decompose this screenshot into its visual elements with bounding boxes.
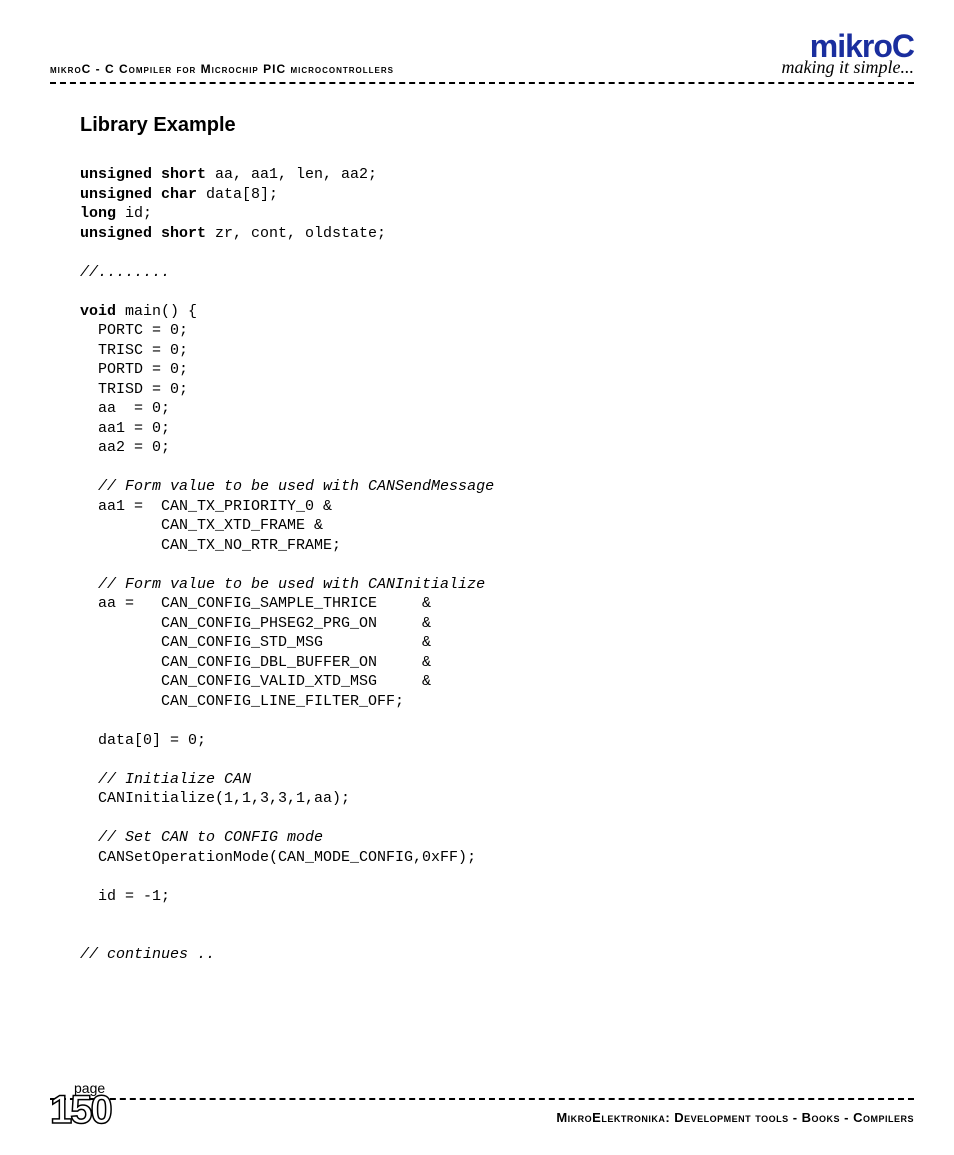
tagline: making it simple...	[782, 58, 915, 76]
code-text: CANInitialize(1,1,3,3,1,aa);	[80, 790, 350, 807]
code-keyword: unsigned char	[80, 186, 197, 203]
page-footer: page 150 MikroElektronika: Development t…	[50, 1080, 914, 1125]
code-text: PORTD = 0;	[80, 361, 188, 378]
code-text: aa = 0;	[80, 400, 170, 417]
footer-divider	[50, 1098, 914, 1100]
code-text: TRISC = 0;	[80, 342, 188, 359]
code-text: CAN_TX_NO_RTR_FRAME;	[80, 537, 341, 554]
header-right: mikroC making it simple...	[782, 30, 915, 76]
code-text: PORTC = 0;	[80, 322, 188, 339]
section-title: Library Example	[80, 114, 904, 137]
page-number: 150	[50, 1088, 111, 1133]
code-text: CAN_CONFIG_DBL_BUFFER_ON &	[80, 654, 431, 671]
code-comment: // continues ..	[80, 946, 215, 963]
code-text: aa, aa1, len, aa2;	[206, 166, 377, 183]
page-header: mikroC - C Compiler for Microchip PIC mi…	[50, 30, 914, 76]
code-comment: // Form value to be used with CANSendMes…	[80, 478, 494, 495]
code-text: CAN_CONFIG_LINE_FILTER_OFF;	[80, 693, 404, 710]
page-label: page	[74, 1080, 914, 1096]
code-text: CAN_CONFIG_STD_MSG &	[80, 634, 431, 651]
header-divider	[50, 82, 914, 84]
code-text: data[8];	[197, 186, 278, 203]
code-text: aa = CAN_CONFIG_SAMPLE_THRICE &	[80, 595, 431, 612]
code-keyword: void	[80, 303, 116, 320]
footer-text: MikroElektronika: Development tools - Bo…	[50, 1110, 914, 1125]
code-block: unsigned short aa, aa1, len, aa2; unsign…	[80, 165, 904, 965]
content-area: Library Example unsigned short aa, aa1, …	[50, 114, 914, 965]
code-text: id;	[116, 205, 152, 222]
code-text: zr, cont, oldstate;	[206, 225, 386, 242]
code-comment: // Form value to be used with CANInitial…	[80, 576, 485, 593]
code-comment: //........	[80, 264, 170, 281]
code-keyword: unsigned short	[80, 225, 206, 242]
code-text: main() {	[116, 303, 197, 320]
header-left-text: mikroC - C Compiler for Microchip PIC mi…	[50, 62, 394, 76]
code-text: CAN_TX_XTD_FRAME &	[80, 517, 323, 534]
code-text: CANSetOperationMode(CAN_MODE_CONFIG,0xFF…	[80, 849, 476, 866]
code-text: aa1 = CAN_TX_PRIORITY_0 &	[80, 498, 332, 515]
code-text: data[0] = 0;	[80, 732, 206, 749]
code-keyword: unsigned short	[80, 166, 206, 183]
code-text: aa1 = 0;	[80, 420, 170, 437]
code-text: CAN_CONFIG_PHSEG2_PRG_ON &	[80, 615, 431, 632]
code-text: id = -1;	[80, 888, 170, 905]
code-comment: // Set CAN to CONFIG mode	[80, 829, 323, 846]
code-keyword: long	[80, 205, 116, 222]
code-text: TRISD = 0;	[80, 381, 188, 398]
code-comment: // Initialize CAN	[80, 771, 251, 788]
code-text: CAN_CONFIG_VALID_XTD_MSG &	[80, 673, 431, 690]
code-text: aa2 = 0;	[80, 439, 170, 456]
